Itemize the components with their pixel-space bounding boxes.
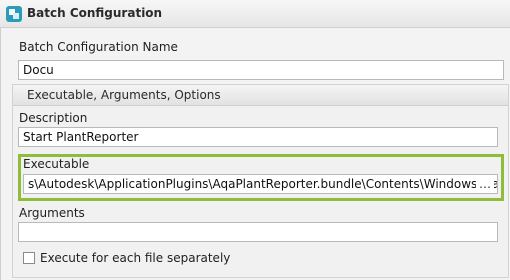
- description-label: Description: [19, 111, 88, 125]
- arguments-label: Arguments: [19, 206, 85, 220]
- execute-separately-label: Execute for each file separately: [40, 251, 231, 265]
- dialog-content: Batch Configuration Name Docu Executable…: [0, 28, 510, 280]
- title-bar: Batch Configuration: [0, 0, 510, 28]
- batch-config-icon: [6, 6, 22, 22]
- config-name-input[interactable]: Docu: [18, 60, 504, 80]
- group-header[interactable]: Executable, Arguments, Options: [13, 85, 508, 106]
- browse-button[interactable]: …: [476, 178, 494, 192]
- executable-path: s\Autodesk\ApplicationPlugins\AqaPlantRe…: [28, 177, 497, 191]
- config-name-label: Batch Configuration Name: [19, 40, 178, 54]
- execute-separately-checkbox[interactable]: [23, 252, 35, 264]
- arguments-input[interactable]: [18, 222, 498, 242]
- executable-input[interactable]: s\Autodesk\ApplicationPlugins\AqaPlantRe…: [23, 174, 498, 194]
- group-title: Executable, Arguments, Options: [27, 88, 221, 102]
- description-input[interactable]: Start PlantReporter: [18, 127, 498, 147]
- window-title: Batch Configuration: [27, 6, 163, 20]
- executable-label: Executable: [23, 157, 90, 171]
